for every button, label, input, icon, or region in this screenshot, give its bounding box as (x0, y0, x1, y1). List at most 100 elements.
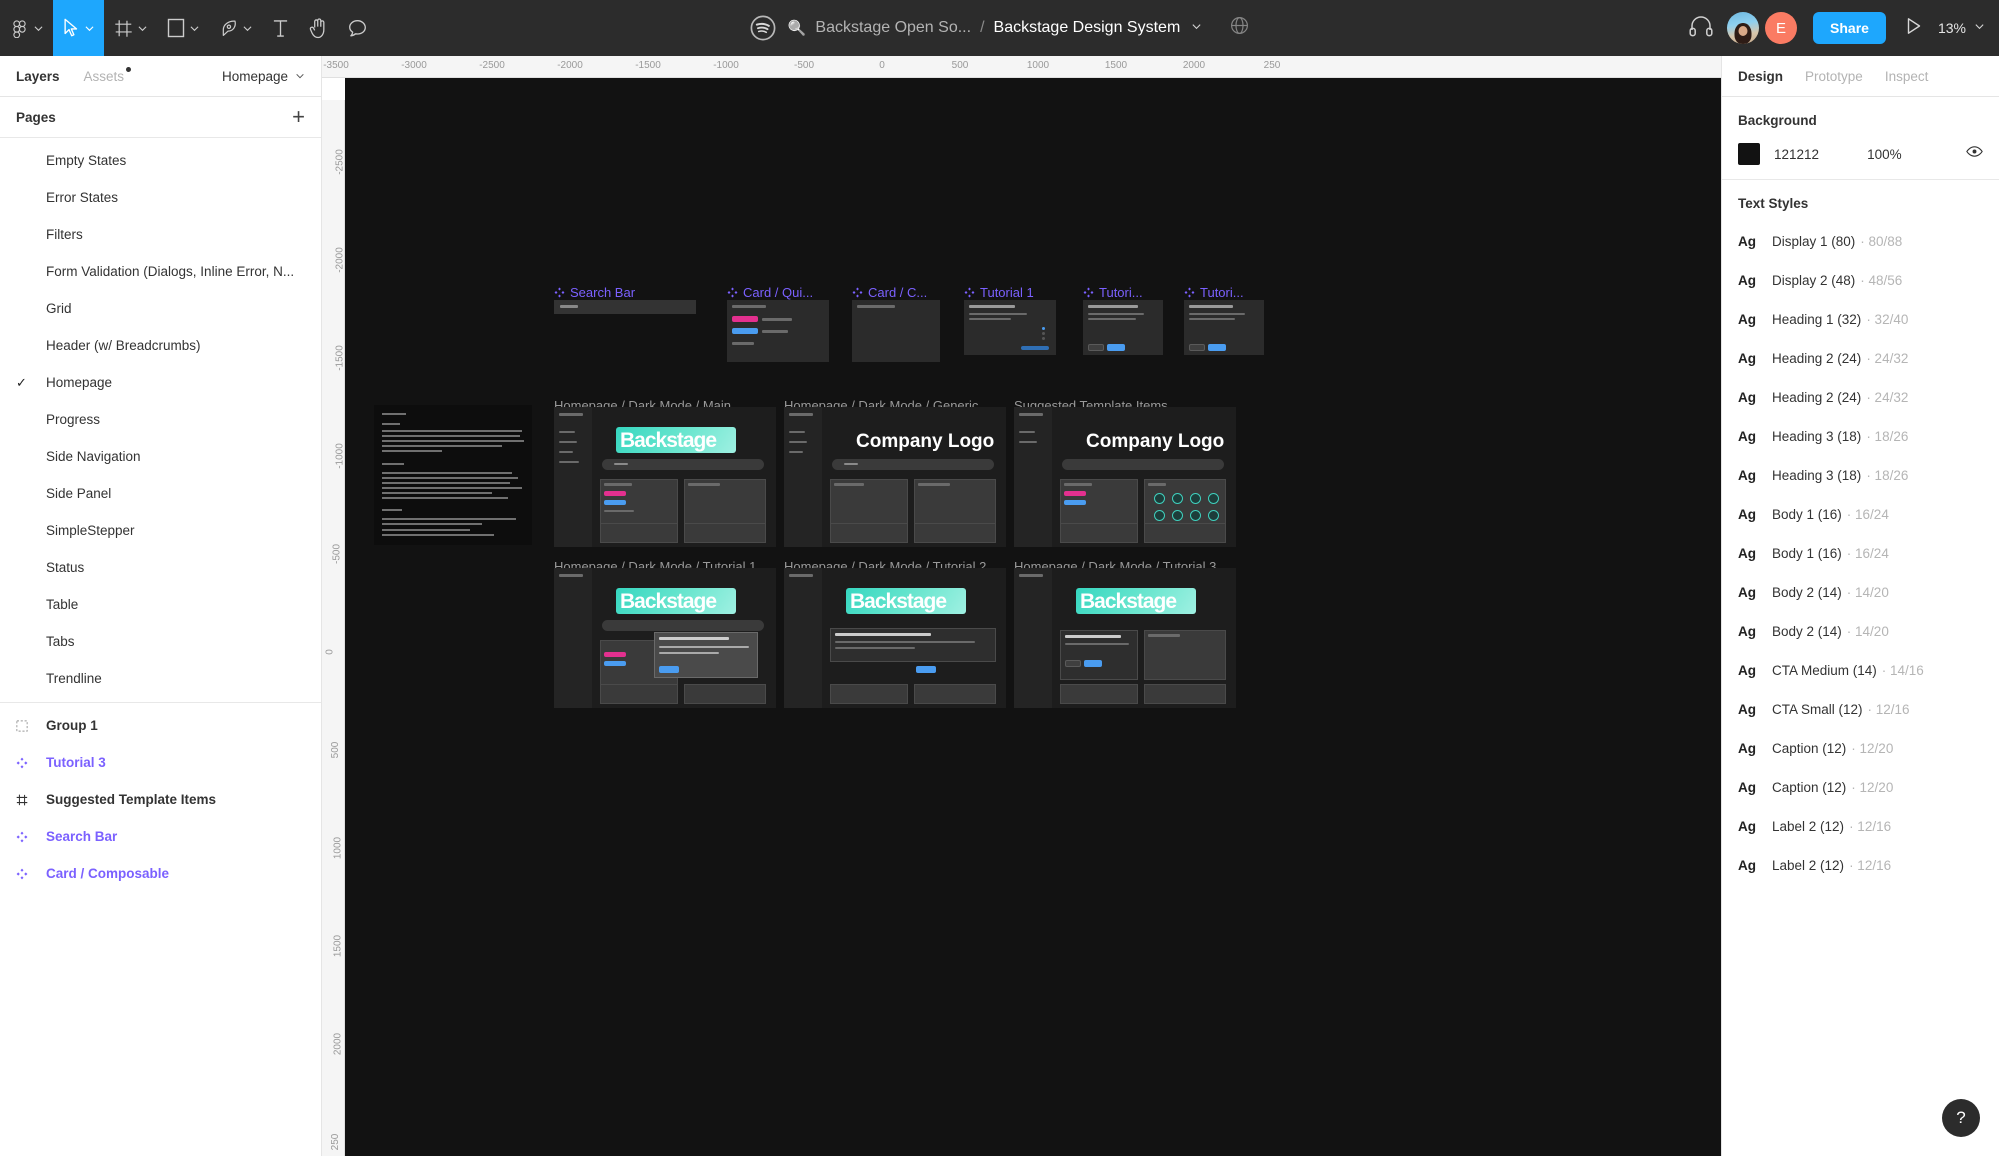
page-item[interactable]: Error States (0, 179, 321, 216)
search-icon[interactable]: 🔍 (788, 19, 807, 37)
canvas-component-label[interactable]: Tutorial 1 (964, 285, 1034, 300)
page-item[interactable]: Filters (0, 216, 321, 253)
tab-layers[interactable]: Layers (16, 69, 60, 84)
visibility-eye-icon[interactable] (1966, 145, 1983, 163)
page-item[interactable]: Side Panel (0, 475, 321, 512)
page-item-label: Status (46, 560, 84, 575)
layer-item[interactable]: Tutorial 3 (0, 744, 321, 781)
text-style-row[interactable]: AgBody 1 (16)· 16/24 (1738, 534, 1983, 573)
page-item[interactable]: ✓Homepage (0, 364, 321, 401)
chevron-down-icon[interactable] (85, 24, 94, 33)
headphones-icon[interactable] (1675, 15, 1727, 42)
text-style-row[interactable]: AgDisplay 2 (48)· 48/56 (1738, 261, 1983, 300)
add-page-icon[interactable]: + (292, 106, 305, 128)
background-color-swatch[interactable] (1738, 143, 1760, 165)
canvas-frame-card-composable[interactable] (852, 300, 940, 362)
text-style-row[interactable]: AgHeading 2 (24)· 24/32 (1738, 378, 1983, 417)
chevron-down-icon[interactable] (1191, 19, 1202, 37)
canvas-component-label[interactable]: Tutori... (1083, 285, 1143, 300)
canvas-frame-dark-tutorial-3[interactable]: Backstage (1014, 568, 1236, 708)
page-item[interactable]: Tabs (0, 623, 321, 660)
background-hex-value[interactable]: 121212 (1774, 147, 1819, 162)
chevron-down-icon[interactable] (34, 24, 43, 33)
figma-menu-icon[interactable] (0, 0, 53, 56)
layer-item[interactable]: Group 1 (0, 707, 321, 744)
text-style-row[interactable]: AgCTA Medium (14)· 14/16 (1738, 651, 1983, 690)
page-item[interactable]: Empty States (0, 142, 321, 179)
canvas-component-label[interactable]: Search Bar (554, 285, 635, 300)
component-icon (1184, 287, 1195, 298)
canvas-frame-dark-generic[interactable]: Company Logo (784, 407, 1006, 547)
present-play-icon[interactable] (1886, 17, 1938, 40)
chevron-down-icon[interactable] (190, 24, 199, 33)
page-item[interactable]: Form Validation (Dialogs, Inline Error, … (0, 253, 321, 290)
text-style-row[interactable]: AgCaption (12)· 12/20 (1738, 768, 1983, 807)
share-button[interactable]: Share (1813, 12, 1886, 44)
text-style-row[interactable]: AgDisplay 1 (80)· 80/88 (1738, 222, 1983, 261)
text-style-row[interactable]: AgHeading 3 (18)· 18/26 (1738, 456, 1983, 495)
vertical-ruler[interactable]: -2500-2000-1500-1000-5000500100015002000… (322, 100, 345, 1156)
text-style-row[interactable]: AgLabel 2 (12)· 12/16 (1738, 846, 1983, 885)
globe-icon[interactable] (1230, 16, 1249, 40)
hand-tool-icon[interactable] (299, 0, 338, 56)
tab-design[interactable]: Design (1738, 69, 1783, 84)
chevron-down-icon[interactable] (243, 24, 252, 33)
canvas-component-label[interactable]: Card / C... (852, 285, 927, 300)
canvas-frame-search-bar[interactable] (554, 300, 696, 314)
layer-item[interactable]: Search Bar (0, 818, 321, 855)
page-item[interactable]: SimpleStepper (0, 512, 321, 549)
canvas-frame-dark-tutorial-1[interactable]: Backstage (554, 568, 776, 708)
avatar-collaborator-photo[interactable] (1727, 12, 1759, 44)
pen-tool-icon[interactable] (209, 0, 262, 56)
breadcrumb-team[interactable]: Backstage Open So... (815, 19, 971, 37)
frame-tool-icon[interactable] (104, 0, 157, 56)
canvas-frame-card-quick[interactable] (727, 300, 829, 362)
layer-item[interactable]: Suggested Template Items (0, 781, 321, 818)
canvas-frame-tutorial-3[interactable] (1184, 300, 1264, 355)
canvas-component-label[interactable]: Card / Qui... (727, 285, 813, 300)
horizontal-ruler[interactable]: -3500-3000-2500-2000-1500-1000-500050010… (322, 56, 1721, 78)
text-tool-icon[interactable] (262, 0, 299, 56)
page-item[interactable]: Progress (0, 401, 321, 438)
help-button[interactable]: ? (1942, 1099, 1980, 1137)
text-style-row[interactable]: AgHeading 3 (18)· 18/26 (1738, 417, 1983, 456)
move-tool-icon[interactable] (53, 0, 104, 56)
comment-tool-icon[interactable] (338, 0, 377, 56)
page-item[interactable]: Table (0, 586, 321, 623)
text-style-row[interactable]: AgCTA Small (12)· 12/16 (1738, 690, 1983, 729)
avatar-user-initial[interactable]: E (1765, 12, 1797, 44)
zoom-level-label[interactable]: 13% (1938, 20, 1966, 36)
text-style-row[interactable]: AgLabel 2 (12)· 12/16 (1738, 807, 1983, 846)
chevron-down-icon[interactable] (138, 24, 147, 33)
tab-prototype[interactable]: Prototype (1805, 69, 1863, 84)
shape-tool-icon[interactable] (157, 0, 209, 56)
chevron-down-icon[interactable] (1974, 19, 1985, 37)
canvas-frame-dark-main[interactable]: Backstage (554, 407, 776, 547)
tab-inspect[interactable]: Inspect (1885, 69, 1929, 84)
page-item[interactable]: Status (0, 549, 321, 586)
page-item[interactable]: Side Navigation (0, 438, 321, 475)
page-item[interactable]: Header (w/ Breadcrumbs) (0, 327, 321, 364)
page-item[interactable]: Trendline (0, 660, 321, 697)
text-style-row[interactable]: AgBody 2 (14)· 14/20 (1738, 573, 1983, 612)
canvas-frame-tutorial-2[interactable] (1083, 300, 1163, 355)
text-style-row[interactable]: AgHeading 1 (32)· 32/40 (1738, 300, 1983, 339)
page-selector[interactable]: Homepage (222, 69, 305, 84)
text-style-row[interactable]: AgHeading 2 (24)· 24/32 (1738, 339, 1983, 378)
canvas-component-label[interactable]: Tutori... (1184, 285, 1244, 300)
canvas-frame-suggested-template[interactable]: Company Logo (1014, 407, 1236, 547)
mock-text (659, 637, 729, 640)
layer-item[interactable]: Card / Composable (0, 855, 321, 892)
text-style-row[interactable]: AgBody 1 (16)· 16/24 (1738, 495, 1983, 534)
canvas-frame-dark-tutorial-2[interactable]: Backstage (784, 568, 1006, 708)
design-canvas[interactable]: -2500-2000-1500-1000-5000500100015002000… (322, 78, 1721, 1156)
ruler-tick-label: -1000 (713, 60, 739, 71)
canvas-frame-tutorial-1[interactable] (964, 300, 1056, 355)
text-style-row[interactable]: AgBody 2 (14)· 14/20 (1738, 612, 1983, 651)
canvas-notes-document[interactable] (374, 405, 532, 545)
text-style-row[interactable]: AgCaption (12)· 12/20 (1738, 729, 1983, 768)
page-item[interactable]: Grid (0, 290, 321, 327)
background-opacity-value[interactable]: 100% (1867, 147, 1902, 162)
breadcrumb-file[interactable]: Backstage Design System (994, 19, 1181, 37)
tab-assets[interactable]: Assets (84, 69, 125, 84)
